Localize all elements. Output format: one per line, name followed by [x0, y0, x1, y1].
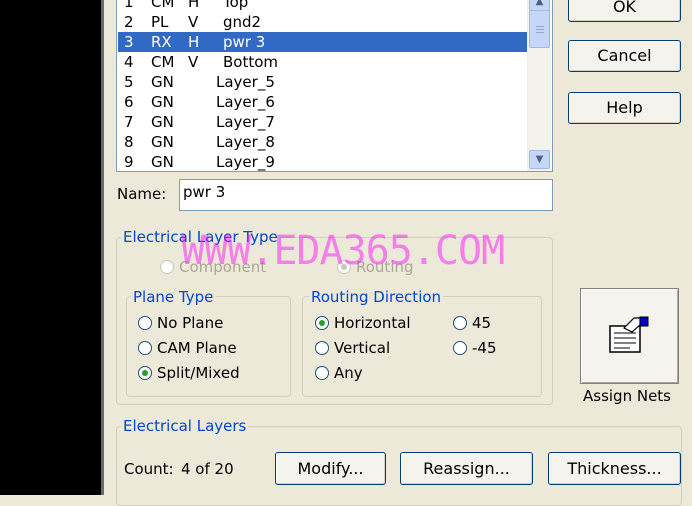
assign-nets-icon — [609, 316, 649, 353]
component-label: Component — [179, 258, 267, 276]
layer-row[interactable]: 3 RX Hpwr 3 — [118, 32, 527, 52]
background-window — [0, 0, 101, 495]
name-input[interactable]: pwr 3 — [179, 179, 553, 211]
layer-number: 7 — [124, 113, 134, 131]
scroll-thumb[interactable] — [529, 10, 550, 48]
layer-row[interactable]: 8 GN Layer_8 — [118, 132, 527, 152]
split-mixed-label[interactable]: Split/Mixed — [157, 364, 240, 382]
assign-nets-label: Assign Nets — [583, 387, 672, 405]
cancel-button[interactable]: Cancel — [568, 40, 681, 72]
layer-type: GN — [151, 93, 174, 111]
routing-label: Routing — [356, 258, 414, 276]
layer-number: 4 — [124, 53, 134, 71]
electrical-layers-title: Electrical Layers — [121, 417, 249, 435]
layer-name: Layer_5 — [216, 73, 275, 91]
routing-direction-title: Routing Direction — [309, 288, 444, 306]
reassign-button[interactable]: Reassign... — [400, 452, 533, 485]
layer-number: 3 — [124, 33, 134, 51]
layer-type: GN — [151, 133, 174, 151]
layer-row[interactable]: 4 CM V Bottom — [118, 52, 527, 72]
help-button[interactable]: Help — [568, 92, 681, 124]
layer-number: 5 — [124, 73, 134, 91]
layer-type: CM — [151, 0, 175, 11]
cam-plane-radio[interactable] — [138, 341, 152, 355]
layer-name: pwr 3 — [223, 33, 266, 51]
layer-number: 2 — [124, 13, 134, 31]
layer-type: GN — [151, 113, 174, 131]
layer-direction: V — [188, 53, 199, 71]
no-plane-label[interactable]: No Plane — [157, 314, 223, 332]
angle-minus-45-label[interactable]: -45 — [472, 339, 497, 357]
ok-button[interactable]: OK — [568, 0, 681, 22]
plane-type-title: Plane Type — [131, 288, 216, 306]
split-mixed-radio[interactable] — [138, 366, 152, 380]
layer-name: Layer_8 — [216, 133, 275, 151]
layer-type: RX — [151, 33, 172, 51]
layer-direction: V — [188, 13, 199, 31]
any-radio[interactable] — [315, 366, 329, 380]
layer-row[interactable]: 7 GN Layer_7 — [118, 112, 527, 132]
layer-list[interactable]: 1 CM H Top 2 PL Vgnd2 3 RX Hpwr 3 4 CM V Bottom 5 GN Lay… — [116, 0, 553, 172]
layer-type: GN — [151, 73, 174, 91]
vertical-label[interactable]: Vertical — [334, 339, 390, 357]
name-label: Name: — [117, 185, 167, 203]
layer-name: gnd2 — [223, 13, 262, 31]
angle-minus-45-radio[interactable] — [453, 341, 467, 355]
layer-number: 1 — [124, 0, 134, 11]
angle-45-radio[interactable] — [453, 316, 467, 330]
layer-number: 6 — [124, 93, 134, 111]
routing-radio — [337, 260, 351, 274]
count-label: Count: — [124, 460, 174, 478]
layer-list-rows: 1 CM H Top 2 PL Vgnd2 3 RX Hpwr 3 4 CM V Bottom 5 GN Lay… — [117, 0, 527, 171]
component-radio — [160, 260, 174, 274]
cam-plane-label[interactable]: CAM Plane — [157, 339, 237, 357]
layer-row[interactable]: 2 PL Vgnd2 — [118, 12, 527, 32]
vertical-radio[interactable] — [315, 341, 329, 355]
no-plane-radio[interactable] — [138, 316, 152, 330]
thickness-button[interactable]: Thickness... — [548, 452, 681, 485]
horizontal-label[interactable]: Horizontal — [334, 314, 411, 332]
layer-type: PL — [151, 13, 169, 31]
count-value: 4 of 20 — [181, 460, 234, 478]
angle-45-label[interactable]: 45 — [472, 314, 491, 332]
layer-name: Top — [223, 0, 249, 11]
layer-row[interactable]: 9 GN Layer_9 — [118, 152, 527, 171]
horizontal-radio[interactable] — [315, 316, 329, 330]
layer-name: Layer_7 — [216, 113, 275, 131]
layer-type: GN — [151, 153, 174, 171]
layer-direction: H — [188, 0, 200, 11]
layer-number: 8 — [124, 133, 134, 151]
layer-row[interactable]: 1 CM H Top — [118, 0, 527, 12]
layer-name: Layer_9 — [216, 153, 275, 171]
modify-button[interactable]: Modify... — [275, 452, 386, 485]
layer-number: 9 — [124, 153, 134, 171]
layer-row[interactable]: 5 GN Layer_5 — [118, 72, 527, 92]
layer-name: Bottom — [223, 53, 279, 71]
layer-direction: H — [188, 33, 200, 51]
layer-type: CM — [151, 53, 175, 71]
layer-name: Layer_6 — [216, 93, 275, 111]
layer-list-scrollbar[interactable]: ▲ ▼ — [527, 0, 551, 171]
electrical-layer-type-title: Electrical Layer Type — [121, 228, 280, 246]
scroll-down-icon[interactable]: ▼ — [529, 150, 550, 169]
layer-row[interactable]: 6 GN Layer_6 — [118, 92, 527, 112]
assign-nets-button[interactable] — [580, 288, 679, 384]
any-label[interactable]: Any — [334, 364, 363, 382]
